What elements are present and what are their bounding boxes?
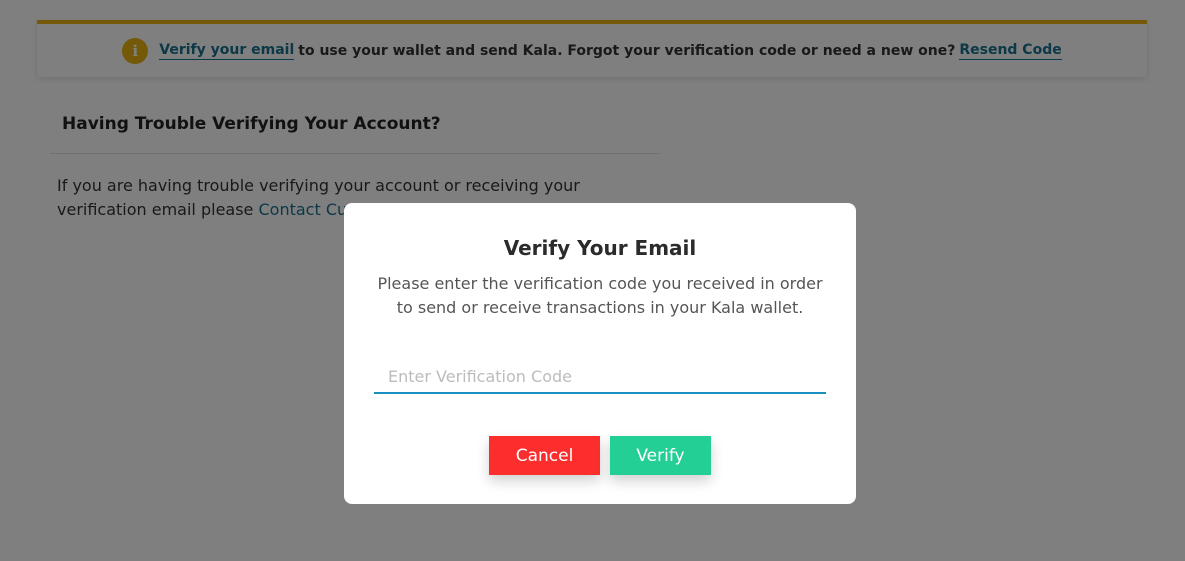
verification-code-input[interactable] [374, 360, 826, 394]
modal-actions: Cancel Verify [344, 436, 856, 475]
page: i Verify your email to use your wallet a… [0, 0, 1185, 561]
modal-description: Please enter the verification code you r… [377, 274, 823, 317]
verify-email-modal: Verify Your Email Please enter the verif… [344, 203, 856, 504]
cancel-button[interactable]: Cancel [489, 436, 600, 475]
verify-button[interactable]: Verify [610, 436, 711, 475]
modal-title: Verify Your Email [503, 236, 697, 260]
